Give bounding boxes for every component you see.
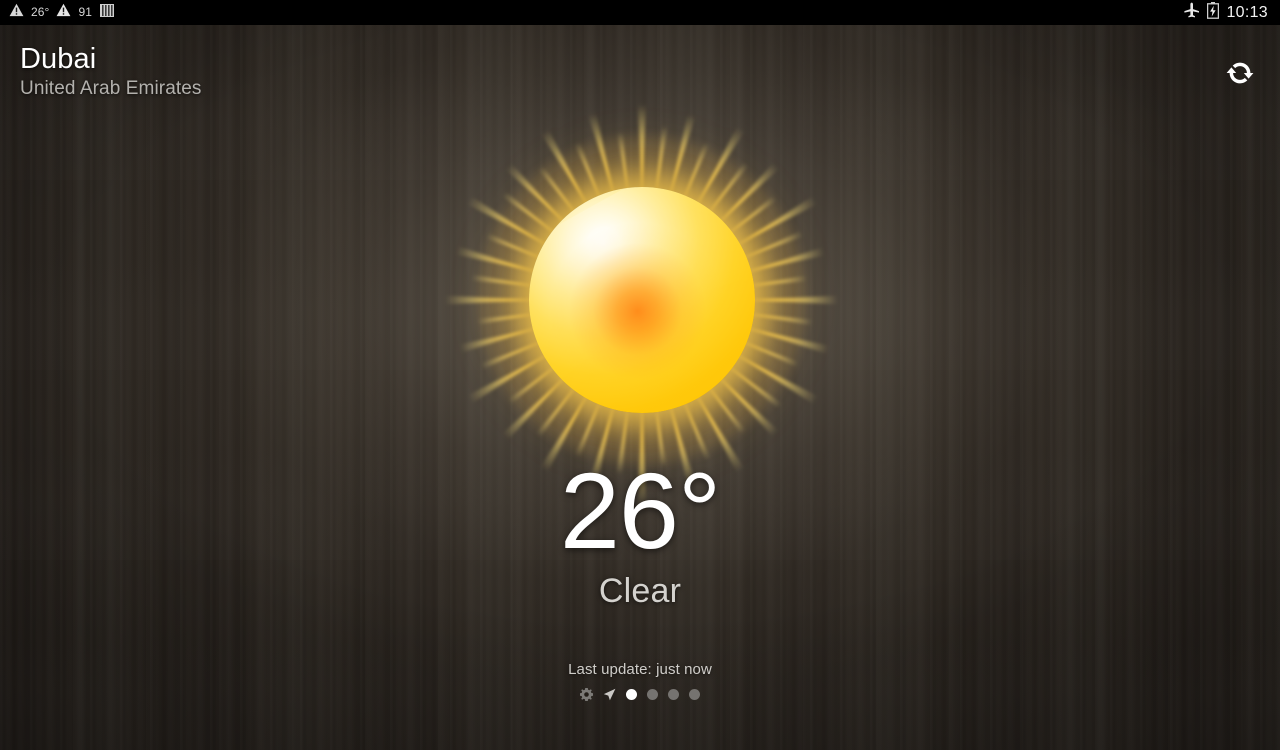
status-temperature-badge: 26°: [31, 5, 50, 19]
wood-band-texture: [0, 0, 1280, 750]
warning-triangle-icon-2: [56, 3, 71, 22]
status-numeric-badge: 91: [78, 5, 93, 19]
status-bar-clock: 10:13: [1226, 4, 1268, 21]
status-bar-right-group: 10:13: [1183, 0, 1280, 25]
weather-readout: 26° Clear: [0, 455, 1280, 611]
weather-condition: Clear: [598, 572, 682, 610]
current-temperature: 26°: [559, 450, 721, 571]
last-update-label: Last update: just now: [568, 661, 712, 678]
status-bar-left-group: 26° 91: [0, 0, 115, 25]
page-indicator-row: [0, 686, 1280, 702]
footer-area: Last update: just now: [0, 660, 1280, 702]
warning-triangle-icon: [9, 3, 24, 22]
gear-icon[interactable]: [580, 687, 593, 701]
page-dot-1[interactable]: [626, 688, 637, 700]
weather-app-screen: 26° 91 10:13 Dubai United Arab Emirates …: [0, 0, 1280, 750]
battery-charging-icon: [1207, 1, 1220, 24]
refresh-button[interactable]: [1222, 57, 1258, 93]
page-dot-2[interactable]: [647, 688, 658, 700]
page-dot-4[interactable]: [689, 688, 700, 700]
navigation-arrow-icon[interactable]: [603, 688, 616, 701]
page-dot-3[interactable]: [668, 688, 679, 700]
airplane-mode-icon: [1183, 2, 1200, 23]
status-bar: 26° 91 10:13: [0, 0, 1280, 25]
signal-bars-icon: [99, 3, 115, 23]
refresh-sync-icon: [1224, 57, 1256, 94]
